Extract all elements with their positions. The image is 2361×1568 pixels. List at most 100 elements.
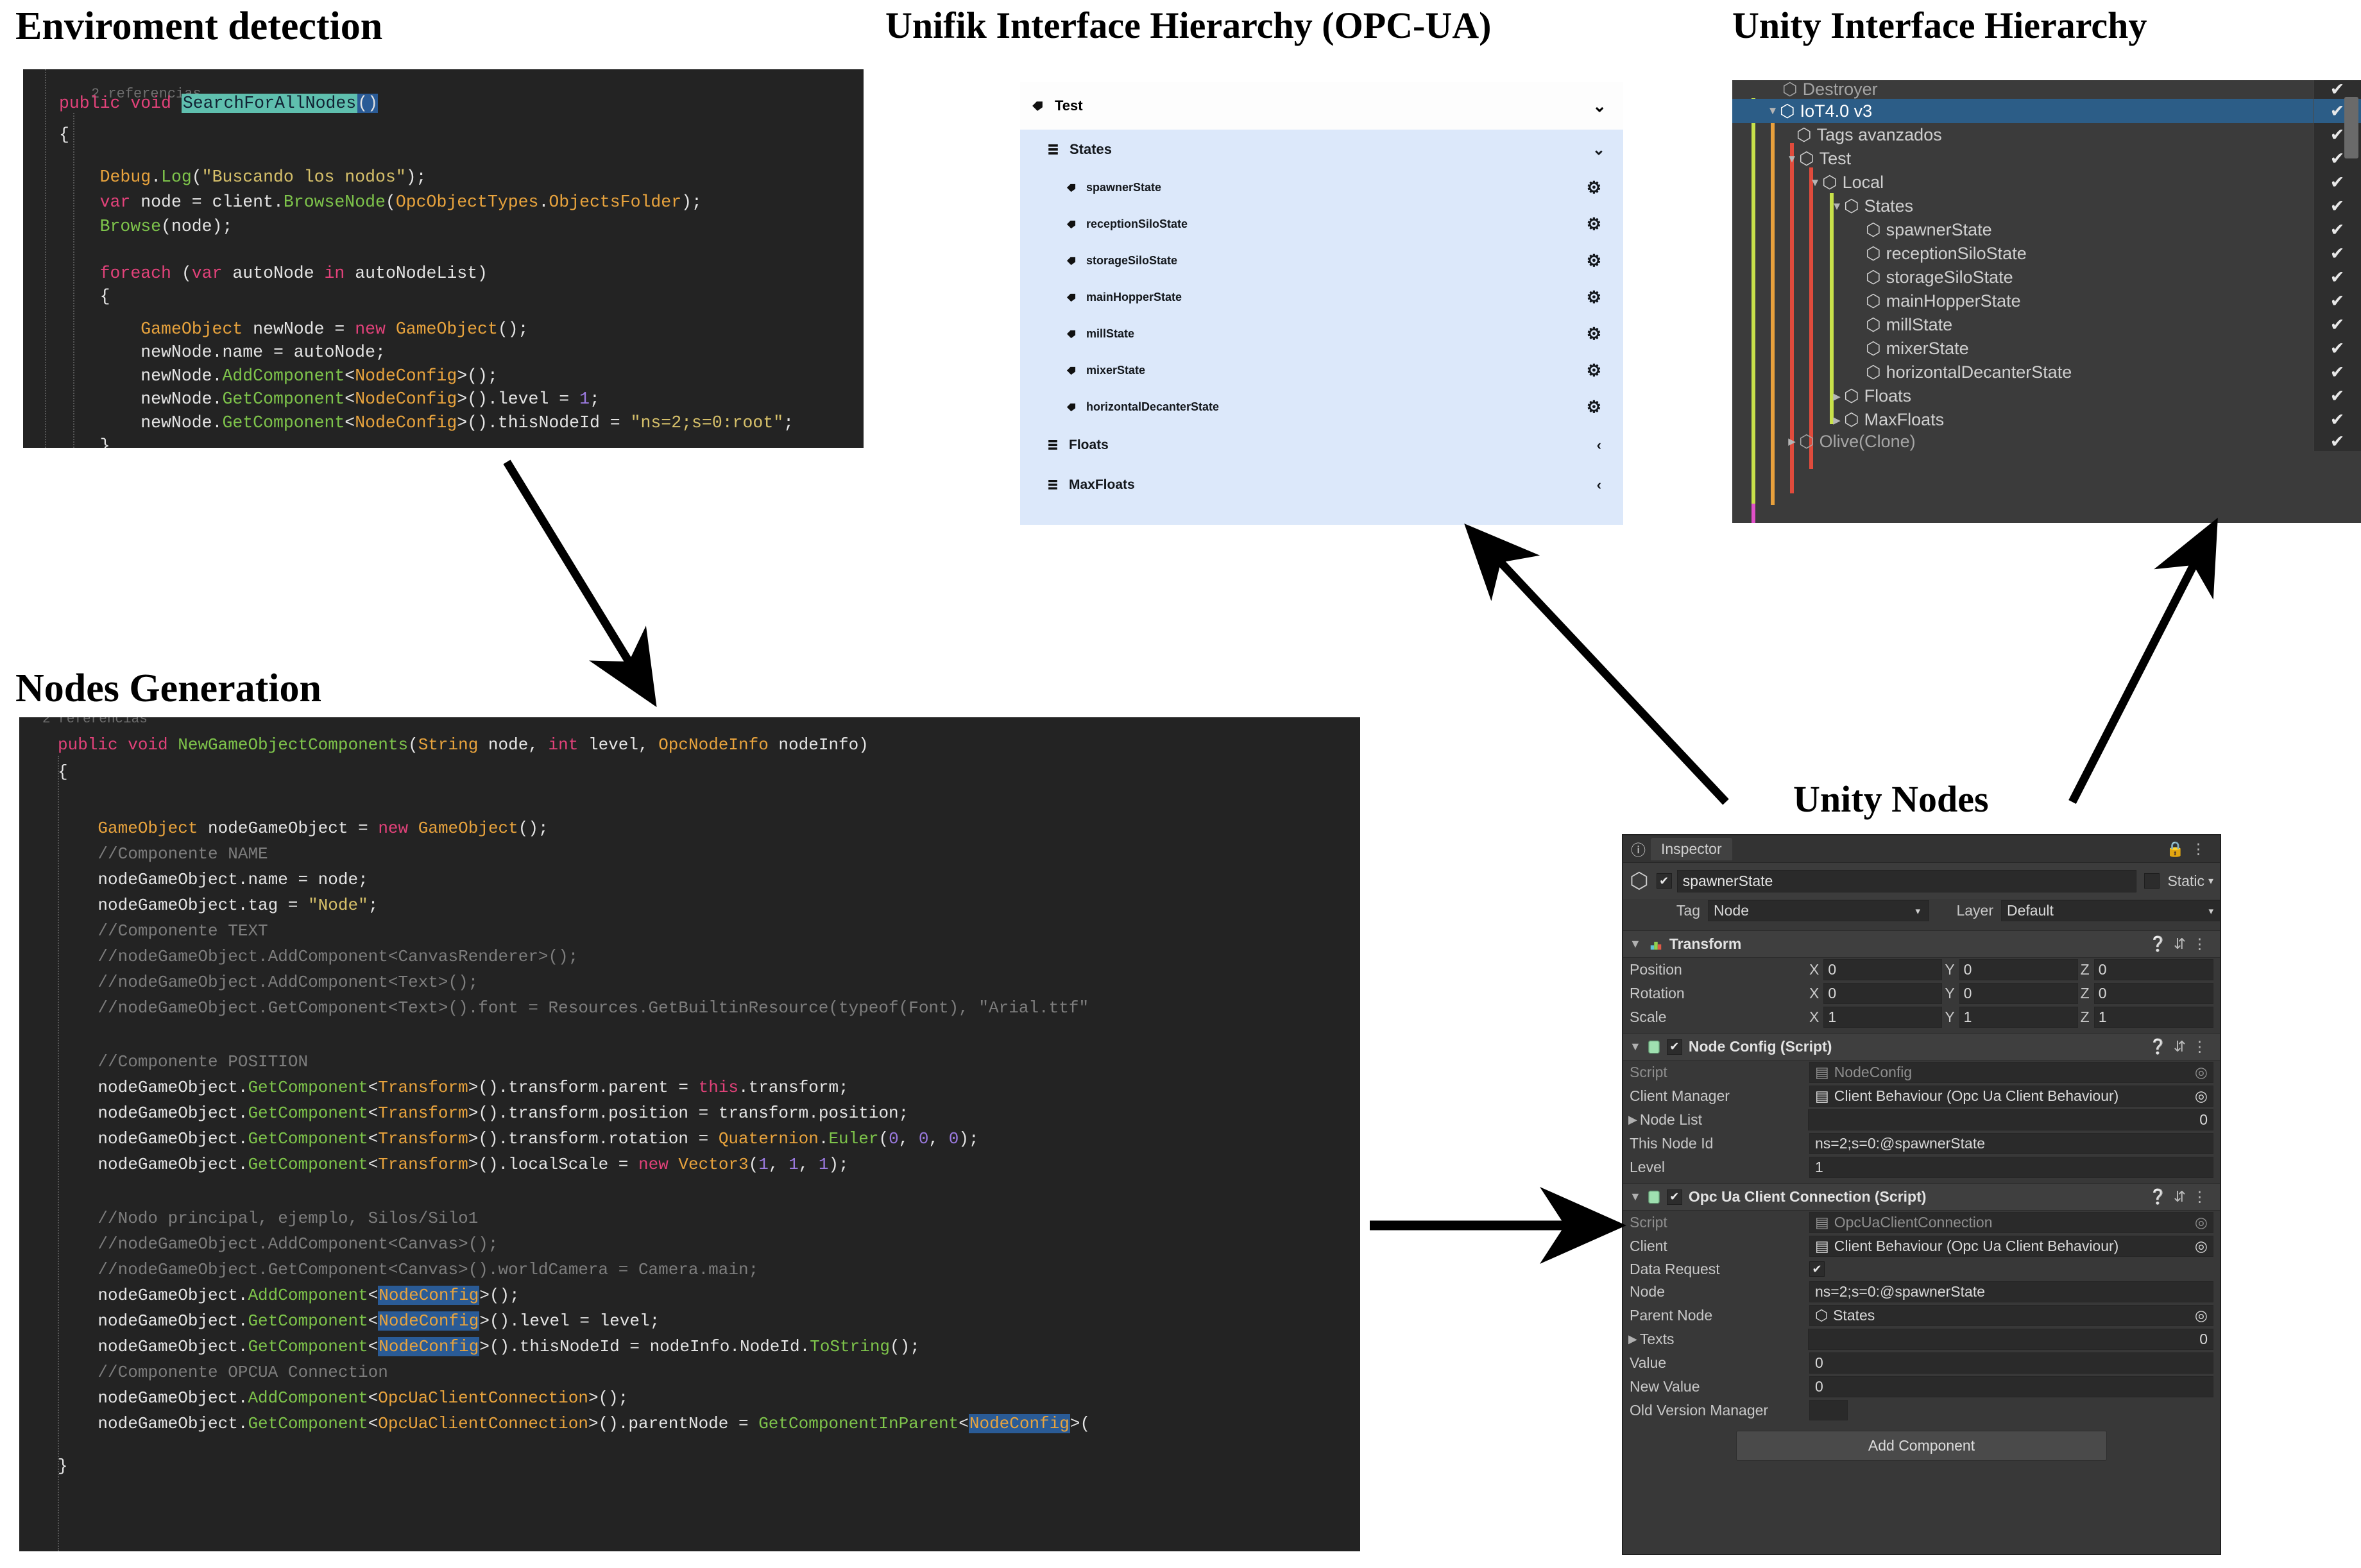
unifik-root-row[interactable]: Test ⌄: [1020, 82, 1623, 130]
node-list-size-input[interactable]: 0: [1807, 1109, 2213, 1130]
component-header-opcua-connection[interactable]: ▼ ✔ Opc Ua Client Connection (Script) ❔⇵…: [1623, 1183, 2220, 1211]
position-x-input[interactable]: 0: [1823, 959, 1943, 980]
component-enabled-checkbox[interactable]: ✔: [1666, 1189, 1682, 1205]
position-y-input[interactable]: 0: [1959, 959, 2078, 980]
hierarchy-row-checkbox[interactable]: ✔: [2313, 337, 2361, 361]
help-icon[interactable]: ❔: [2149, 1038, 2174, 1055]
chevron-right-icon[interactable]: ▶: [1830, 414, 1844, 426]
data-request-checkbox[interactable]: ✔: [1809, 1261, 1825, 1277]
scale-y-input[interactable]: 1: [1959, 1007, 2078, 1028]
chevron-right-icon[interactable]: ▶: [1628, 1333, 1637, 1346]
chevron-left-icon[interactable]: ‹: [1597, 437, 1601, 454]
chevron-right-icon[interactable]: ▶: [1785, 436, 1799, 447]
script-object-field[interactable]: ▤ NodeConfig ◎: [1809, 1062, 2213, 1083]
hierarchy-row[interactable]: ⬡ mainHopperState ✔: [1732, 289, 2361, 313]
gear-icon[interactable]: ⚙: [1587, 361, 1601, 380]
level-input[interactable]: 1: [1809, 1157, 2213, 1178]
hierarchy-row[interactable]: ▼ ⬡ IoT4.0 v3 ✔: [1732, 99, 2361, 123]
hierarchy-row-checkbox[interactable]: ✔: [2313, 218, 2361, 242]
object-picker-icon[interactable]: ◎: [2195, 1064, 2208, 1081]
tag-dropdown[interactable]: Node: [1708, 900, 1930, 921]
add-component-button[interactable]: Add Component: [1735, 1431, 2108, 1461]
unifik-item[interactable]: spawnerState ⚙: [1020, 169, 1623, 206]
hierarchy-row[interactable]: ▶ ⬡ Olive(Clone) ✔: [1732, 432, 2361, 451]
kebab-menu-icon[interactable]: ⋮: [2191, 840, 2212, 857]
preset-icon[interactable]: ⇵: [2174, 1038, 2192, 1055]
old-version-manager-input[interactable]: [1809, 1400, 1848, 1420]
hierarchy-row-checkbox[interactable]: ✔: [2313, 242, 2361, 266]
hierarchy-row-checkbox[interactable]: ✔: [2313, 313, 2361, 337]
unifik-group-states[interactable]: States ⌄: [1020, 130, 1623, 169]
hierarchy-row[interactable]: ▼ ⬡ States ✔: [1732, 194, 2361, 218]
scale-z-input[interactable]: 1: [2093, 1007, 2213, 1028]
chevron-down-icon[interactable]: ⌄: [1592, 96, 1607, 116]
object-name-input[interactable]: spawnerState: [1676, 869, 2137, 892]
hierarchy-row-checkbox[interactable]: ✔: [2313, 432, 2361, 451]
unifik-item[interactable]: mixerState ⚙: [1020, 352, 1623, 389]
hierarchy-row[interactable]: ▼ ⬡ Local ✔: [1732, 171, 2361, 194]
hierarchy-row-checkbox[interactable]: ✔: [2313, 80, 2361, 99]
component-header-transform[interactable]: ▼ Transform ❔⇵⋮: [1623, 930, 2220, 958]
chevron-left-icon[interactable]: ‹: [1597, 477, 1601, 493]
unifik-group-floats[interactable]: Floats ‹: [1020, 425, 1623, 465]
component-actions[interactable]: ❔⇵⋮: [2149, 1188, 2213, 1206]
gear-icon[interactable]: ⚙: [1587, 287, 1601, 307]
hierarchy-row[interactable]: ▼ ⬡ Test ✔: [1732, 147, 2361, 171]
chevron-down-icon[interactable]: ▼: [1630, 1190, 1641, 1204]
chevron-right-icon[interactable]: ▶: [1628, 1113, 1637, 1127]
script-object-field[interactable]: ▤ OpcUaClientConnection ◎: [1809, 1212, 2213, 1233]
hierarchy-row-checkbox[interactable]: ✔: [2313, 408, 2361, 432]
kebab-menu-icon[interactable]: ⋮: [2192, 1188, 2213, 1205]
preset-icon[interactable]: ⇵: [2174, 935, 2192, 952]
static-dropdown[interactable]: Static: [2167, 873, 2204, 890]
chevron-down-icon[interactable]: ▼: [1830, 200, 1844, 213]
unifik-item[interactable]: millState ⚙: [1020, 316, 1623, 352]
chevron-down-icon[interactable]: ▾: [2208, 905, 2213, 917]
unifik-item[interactable]: storageSiloState ⚙: [1020, 243, 1623, 279]
unifik-item[interactable]: mainHopperState ⚙: [1020, 279, 1623, 316]
this-node-id-input[interactable]: ns=2;s=0:@spawnerState: [1809, 1133, 2213, 1154]
value-input[interactable]: 0: [1809, 1352, 2213, 1374]
hierarchy-row[interactable]: ⬡ horizontalDecanterState ✔: [1732, 361, 2361, 384]
component-actions[interactable]: ❔⇵⋮: [2149, 935, 2213, 953]
help-icon[interactable]: ❔: [2149, 935, 2174, 952]
hierarchy-row[interactable]: ▶ ⬡ Floats ✔: [1732, 384, 2361, 408]
chevron-down-icon[interactable]: ▼: [1785, 153, 1799, 166]
gear-icon[interactable]: ⚙: [1587, 178, 1601, 198]
rotation-y-input[interactable]: 0: [1959, 983, 2078, 1004]
hierarchy-row-checkbox[interactable]: ✔: [2313, 384, 2361, 408]
tab-inspector[interactable]: Inspector: [1651, 837, 1732, 860]
hierarchy-row-checkbox[interactable]: ✔: [2313, 194, 2361, 218]
hierarchy-row-checkbox[interactable]: ✔: [2313, 361, 2361, 384]
scale-x-input[interactable]: 1: [1823, 1007, 1943, 1028]
component-header-node-config[interactable]: ▼ ✔ Node Config (Script) ❔⇵⋮: [1623, 1033, 2220, 1061]
client-manager-object-field[interactable]: ▤ Client Behaviour (Opc Ua Client Behavi…: [1809, 1086, 2213, 1107]
object-picker-icon[interactable]: ◎: [2195, 1087, 2208, 1105]
kebab-menu-icon[interactable]: ⋮: [2192, 935, 2213, 952]
texts-size-input[interactable]: 0: [1807, 1329, 2213, 1350]
new-value-input[interactable]: 0: [1809, 1376, 2213, 1397]
parent-node-object-field[interactable]: ⬡ States ◎: [1809, 1305, 2213, 1326]
kebab-menu-icon[interactable]: ⋮: [2192, 1038, 2213, 1055]
hierarchy-scrollbar[interactable]: [2344, 97, 2358, 158]
help-icon[interactable]: ❔: [2149, 1188, 2174, 1205]
preset-icon[interactable]: ⇵: [2174, 1188, 2192, 1205]
layer-dropdown[interactable]: Default: [2001, 900, 2220, 921]
inspector-tabbar-actions[interactable]: 🔒⋮: [2166, 840, 2212, 858]
chevron-down-icon[interactable]: ▼: [1766, 105, 1780, 117]
hierarchy-row-checkbox[interactable]: ✔: [2313, 289, 2361, 313]
lock-icon[interactable]: 🔒: [2166, 840, 2191, 857]
hierarchy-row[interactable]: ⬡ Destroyer ✔: [1732, 80, 2361, 99]
unifik-group-maxfloats[interactable]: MaxFloats ‹: [1020, 465, 1623, 505]
component-enabled-checkbox[interactable]: ✔: [1666, 1039, 1682, 1055]
hierarchy-row[interactable]: ⬡ receptionSiloState ✔: [1732, 242, 2361, 266]
client-object-field[interactable]: ▤ Client Behaviour (Opc Ua Client Behavi…: [1809, 1236, 2213, 1257]
object-enabled-checkbox[interactable]: ✔: [1656, 873, 1672, 889]
chevron-down-icon[interactable]: ▾: [1915, 905, 1920, 917]
hierarchy-row[interactable]: ⬡ millState ✔: [1732, 313, 2361, 337]
gear-icon[interactable]: ⚙: [1587, 251, 1601, 271]
hierarchy-row-checkbox[interactable]: ✔: [2313, 171, 2361, 194]
chevron-down-icon[interactable]: ▼: [1630, 937, 1641, 951]
chevron-down-icon[interactable]: ▾: [2208, 874, 2213, 887]
static-checkbox[interactable]: [2144, 873, 2160, 889]
